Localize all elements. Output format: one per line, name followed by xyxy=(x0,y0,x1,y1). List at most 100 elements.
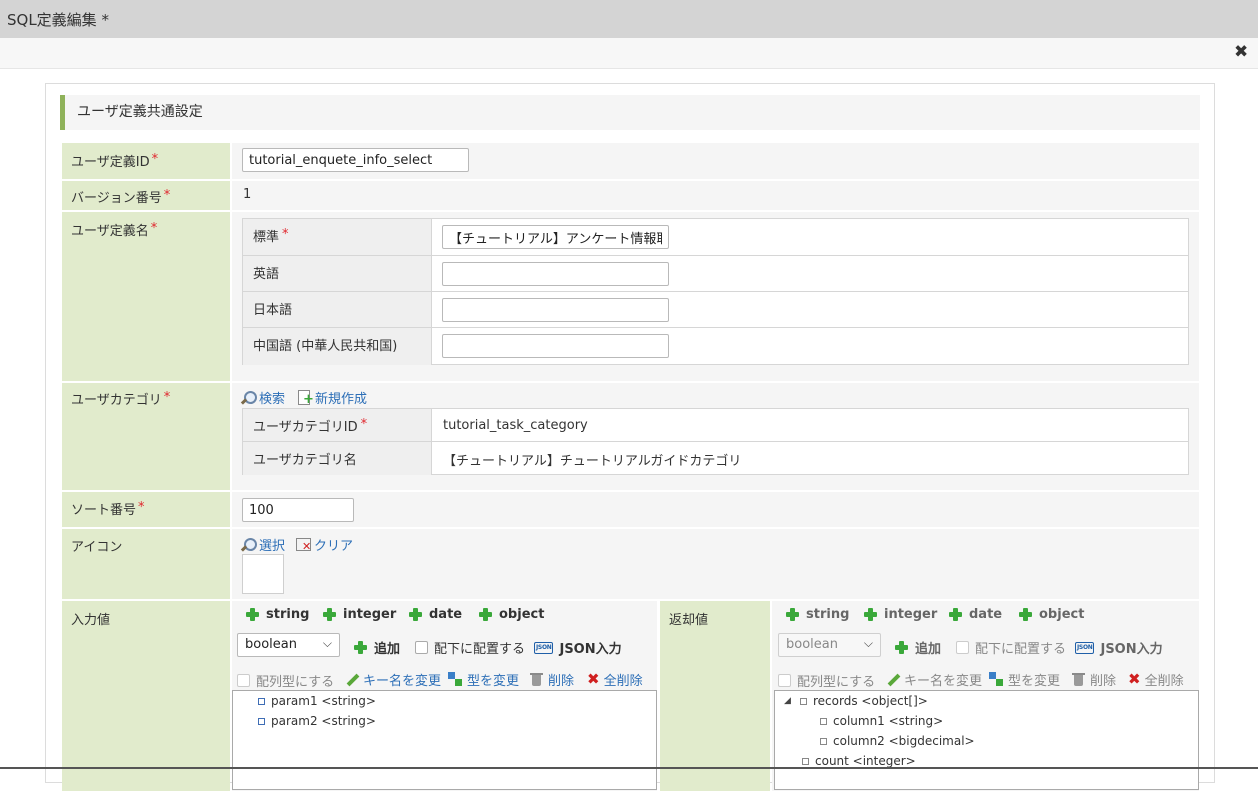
add-object-button[interactable]: object xyxy=(478,607,544,622)
multilang-row-english: 英語 xyxy=(243,256,1188,292)
category-name-label: ユーザカテゴリ名 xyxy=(243,442,432,475)
multilang-row-chinese: 中国語 (中華人民共和国) xyxy=(243,328,1188,365)
delete-all-link[interactable]: ✖ 全削除 xyxy=(587,670,643,690)
label-user-def-id: ユーザ定義ID * xyxy=(62,143,230,179)
plus-icon xyxy=(353,640,368,655)
add-string-button[interactable]: string xyxy=(785,607,849,622)
tree-node[interactable]: column2 <bigdecimal> xyxy=(820,734,975,748)
add-button[interactable]: 追加 xyxy=(894,638,941,657)
required-mark: * xyxy=(138,500,145,515)
change-type-link[interactable]: 型を変更 xyxy=(989,670,1060,689)
category-new-link[interactable]: 新規作成 xyxy=(296,388,367,407)
delete-all-link[interactable]: ✖ 全削除 xyxy=(1128,670,1184,690)
window-title: SQL定義編集 * xyxy=(7,10,109,29)
rename-key-link[interactable]: キー名を変更 xyxy=(885,670,982,689)
type-select[interactable]: boolean ⌵ xyxy=(778,633,881,657)
plus-icon xyxy=(785,607,800,622)
label-user-def-name: ユーザ定義名 * xyxy=(62,212,230,381)
add-date-button[interactable]: date xyxy=(948,607,1002,622)
add-integer-button[interactable]: integer xyxy=(322,607,396,622)
clear-icon xyxy=(295,537,311,552)
value-user-def-id xyxy=(232,143,1199,179)
return-values-editor: string integer date object boolean ⌵ 追加 … xyxy=(772,601,1199,791)
add-date-button[interactable]: date xyxy=(408,607,462,622)
icon-preview xyxy=(242,554,284,594)
plus-icon xyxy=(322,607,337,622)
return-params-tree[interactable]: ◢ records <object[]> column1 <string> col… xyxy=(774,690,1199,790)
icon-clear-link[interactable]: クリア xyxy=(295,535,353,554)
category-name-value: 【チュートリアル】チュートリアルガイドカテゴリ xyxy=(443,454,742,469)
row-icon: アイコン 選択 クリア xyxy=(62,529,1199,599)
sort-no-input[interactable] xyxy=(242,498,354,522)
collapse-arrow-icon[interactable]: ◢ xyxy=(784,696,794,706)
input-params-tree[interactable]: param1 <string> param2 <string> xyxy=(232,690,657,790)
add-button[interactable]: 追加 xyxy=(353,638,400,657)
add-string-button[interactable]: string xyxy=(245,607,309,622)
delete-link[interactable]: 削除 xyxy=(529,670,574,689)
place-under-checkbox[interactable]: 配下に配置する xyxy=(956,638,1066,657)
chevron-down-icon: ⌵ xyxy=(322,636,332,650)
change-type-icon xyxy=(448,672,463,687)
row-user-def-id: ユーザ定義ID * xyxy=(62,143,1199,179)
value-user-category: 検索 新規作成 ユーザカテゴリID* tutorial_task_categor… xyxy=(232,383,1199,490)
form-panel: ユーザ定義共通設定 ユーザ定義ID* バージョン番号* 1 ユーザ定義名* 標準… xyxy=(45,83,1215,791)
delete-link[interactable]: 削除 xyxy=(1071,670,1116,689)
change-type-link[interactable]: 型を変更 xyxy=(448,670,519,689)
delete-all-icon: ✖ xyxy=(1128,670,1141,688)
json-input-button[interactable]: JSON JSON入力 xyxy=(1075,638,1163,657)
plus-icon xyxy=(245,607,260,622)
name-standard-input[interactable] xyxy=(442,225,669,249)
multilang-row-japanese: 日本語 xyxy=(243,292,1188,328)
plus-icon xyxy=(894,640,909,655)
multilang-label: 標準 * xyxy=(243,219,432,255)
row-params: 入力値 string integer date object boolean ⌵… xyxy=(62,601,1199,791)
json-input-button[interactable]: JSON JSON入力 xyxy=(534,638,622,657)
label-user-category: ユーザカテゴリ * xyxy=(62,383,230,490)
node-icon xyxy=(258,717,265,725)
tree-node[interactable]: param1 <string> xyxy=(258,694,376,708)
required-mark: * xyxy=(163,188,171,203)
type-select[interactable]: boolean ⌵ xyxy=(237,633,340,657)
close-icon[interactable]: ✖ xyxy=(1234,42,1250,62)
place-under-checkbox[interactable]: 配下に配置する xyxy=(415,638,525,657)
plus-icon xyxy=(408,607,423,622)
multilang-label: 中国語 (中華人民共和国) xyxy=(243,328,432,365)
tree-node[interactable]: param2 <string> xyxy=(258,714,376,728)
plus-icon xyxy=(478,607,493,622)
required-mark: * xyxy=(163,390,171,405)
label-version: バージョン番号 * xyxy=(62,181,230,210)
node-icon xyxy=(820,737,827,745)
new-document-icon xyxy=(296,390,314,406)
array-type-checkbox[interactable]: 配列型にする xyxy=(237,671,334,690)
category-table: ユーザカテゴリID * tutorial_task_category ユーザカテゴ… xyxy=(242,408,1189,475)
section-title: ユーザ定義共通設定 xyxy=(60,95,1200,130)
tree-node[interactable]: ◢ records <object[]> xyxy=(784,694,928,708)
value-icon: 選択 クリア xyxy=(232,529,1199,599)
category-search-link[interactable]: 検索 xyxy=(240,388,285,407)
name-chinese-input[interactable] xyxy=(442,334,669,358)
add-object-button[interactable]: object xyxy=(1018,607,1084,622)
user-def-id-input[interactable] xyxy=(242,148,469,172)
row-version: バージョン番号 * 1 xyxy=(62,181,1199,210)
pencil-icon xyxy=(885,672,900,687)
value-user-def-name: 標準* 英語 日本語 中国語 (中華人民共和国) xyxy=(232,212,1199,381)
array-type-checkbox[interactable]: 配列型にする xyxy=(778,671,875,690)
tree-node[interactable]: column1 <string> xyxy=(820,714,943,728)
icon-select-link[interactable]: 選択 xyxy=(240,535,285,554)
category-id-value: tutorial_task_category xyxy=(443,418,588,433)
category-id-row: ユーザカテゴリID * tutorial_task_category xyxy=(243,409,1188,442)
name-japanese-input[interactable] xyxy=(442,298,669,322)
name-english-input[interactable] xyxy=(442,262,669,286)
multilang-row-standard: 標準 * xyxy=(243,219,1188,256)
node-icon xyxy=(820,717,827,725)
toolbar: ✖ xyxy=(0,38,1258,69)
tree-node[interactable]: count <integer> xyxy=(802,754,916,768)
label-input-values: 入力値 xyxy=(62,601,230,791)
row-user-category: ユーザカテゴリ* 検索 新規作成 ユーザカテゴリID* tutorial_tas… xyxy=(62,383,1199,490)
required-mark: * xyxy=(282,227,289,242)
window-titlebar: SQL定義編集 * xyxy=(0,0,1258,38)
row-user-def-name: ユーザ定義名* 標準* 英語 日本語 中国語 (中華人民共和国) xyxy=(62,212,1199,381)
add-integer-button[interactable]: integer xyxy=(863,607,937,622)
rename-key-link[interactable]: キー名を変更 xyxy=(344,670,441,689)
json-icon: JSON xyxy=(1075,641,1095,654)
